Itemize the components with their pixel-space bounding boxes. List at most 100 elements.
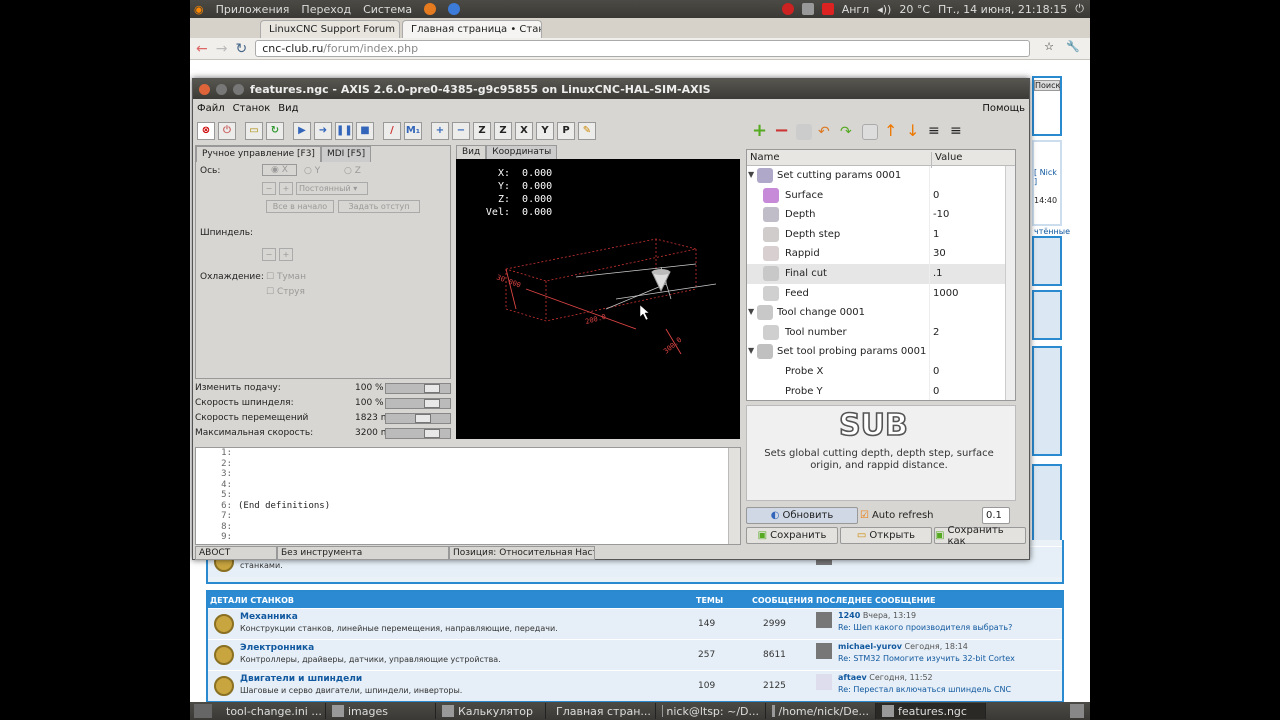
pause-icon[interactable]: ❚❚ bbox=[335, 122, 353, 140]
menu-places[interactable]: Переход bbox=[301, 3, 351, 16]
code-line[interactable]: 1: bbox=[196, 448, 740, 459]
minimize-window-icon[interactable] bbox=[216, 83, 227, 95]
search-button[interactable]: Поиск bbox=[1034, 80, 1060, 91]
tree-row-value[interactable]: .1 bbox=[933, 268, 943, 279]
gcode-listing[interactable]: 1: 2: 3: 4: 5: 6: (End definitions) 7: 8: 9: bbox=[195, 447, 741, 545]
save-as-button[interactable]: ▣ Сохранить как bbox=[934, 525, 1026, 547]
user-nick-link[interactable]: [ Nick ] bbox=[1034, 168, 1060, 186]
view-y-icon[interactable]: Y bbox=[536, 122, 554, 140]
add-icon[interactable]: + bbox=[752, 122, 768, 140]
view-x-icon[interactable]: X bbox=[515, 122, 533, 140]
remove-icon[interactable]: − bbox=[774, 122, 790, 140]
window-titlebar[interactable]: features.ngc - AXIS 2.6.0-pre0-4385-g9c9… bbox=[193, 79, 1029, 99]
open-button[interactable]: ▭ Открыть bbox=[840, 527, 932, 544]
save-button[interactable]: ▣ Сохранить bbox=[746, 527, 838, 544]
refresh-interval-input[interactable]: 0.1 bbox=[982, 507, 1010, 524]
section-title[interactable]: ДЕТАЛИ СТАНКОВ bbox=[210, 596, 294, 605]
last-post-subject[interactable]: Re: STM32 Помогите изучить 32-bit Cortex bbox=[838, 654, 1015, 663]
tree-row[interactable]: ▼ Set cutting params 0001 bbox=[747, 166, 1015, 186]
feature-tree[interactable]: Name Value ▼ Set cutting params 0001 Surfa… bbox=[746, 149, 1016, 401]
tree-row[interactable]: Surface 0 bbox=[747, 185, 1015, 206]
indent-icon[interactable]: ≡ bbox=[928, 124, 944, 140]
undo-icon[interactable]: ↶ bbox=[818, 124, 834, 140]
reload-icon[interactable]: ↻ bbox=[235, 41, 247, 57]
axis-radio-z[interactable]: ○ Z bbox=[344, 166, 361, 176]
optional-stop-icon[interactable]: M₁ bbox=[404, 122, 422, 140]
estop-icon[interactable]: ⊗ bbox=[197, 122, 215, 140]
expander-icon[interactable]: ▼ bbox=[748, 346, 754, 355]
move-down-icon[interactable]: ↓ bbox=[906, 123, 922, 140]
taskbar-item[interactable]: Калькулятор bbox=[436, 703, 546, 719]
stop-icon[interactable] bbox=[821, 3, 834, 15]
spindle-plus-button[interactable]: + bbox=[279, 248, 293, 261]
last-post-subject[interactable]: Re: Шеп какого производителя выбрать? bbox=[838, 623, 1012, 632]
taskbar-item[interactable]: tool-change.ini ... bbox=[216, 703, 326, 719]
toolpath-preview[interactable]: X: 0.000 Y: 0.000 Z: 0.000 Vel: 0.000 30.00… bbox=[456, 159, 740, 439]
jog-plus-button[interactable]: + bbox=[279, 182, 293, 195]
flood-checkbox[interactable]: ☐ Струя bbox=[266, 287, 305, 297]
browser-tab-active[interactable]: Главная страница • Стан bbox=[402, 20, 542, 38]
tree-scrollbar[interactable] bbox=[1005, 166, 1015, 400]
spindle-minus-button[interactable]: − bbox=[262, 248, 276, 261]
help-icon[interactable] bbox=[448, 3, 461, 15]
slider-knob[interactable] bbox=[424, 384, 441, 393]
close-window-icon[interactable] bbox=[199, 83, 210, 95]
machine-power-icon[interactable]: ⏻ bbox=[218, 122, 236, 140]
code-line[interactable]: 8: bbox=[196, 522, 740, 533]
taskbar-item[interactable]: features.ngc bbox=[876, 703, 986, 719]
slider-knob[interactable] bbox=[424, 429, 441, 438]
taskbar-item[interactable]: /home/nick/De... bbox=[766, 703, 876, 719]
zoom-out-icon[interactable]: − bbox=[452, 122, 470, 140]
forum-row[interactable]: Двигатели и шпиндели Шаговые и серво дви… bbox=[208, 670, 1062, 701]
axis-radio-x[interactable]: ◉ X bbox=[262, 164, 297, 176]
tree-row[interactable]: Final cut .1 bbox=[747, 263, 1015, 284]
code-line[interactable]: 7: bbox=[196, 511, 740, 522]
slider-knob[interactable] bbox=[414, 414, 431, 423]
clear-plot-icon[interactable]: ✎ bbox=[578, 122, 596, 140]
tree-row[interactable]: Probe Y 0 bbox=[747, 381, 1015, 400]
reload-file-icon[interactable]: ↻ bbox=[266, 122, 284, 140]
menu-file[interactable]: Файл bbox=[197, 103, 225, 114]
open-file-icon[interactable]: ▭ bbox=[245, 122, 263, 140]
tree-row-value[interactable]: 1 bbox=[933, 229, 939, 240]
slider-knob[interactable] bbox=[424, 399, 441, 408]
code-line[interactable]: 5: bbox=[196, 490, 740, 501]
col-name[interactable]: Name bbox=[750, 152, 780, 163]
override-slider[interactable] bbox=[385, 428, 451, 439]
code-line[interactable]: 3: bbox=[196, 469, 740, 480]
tab-manual[interactable]: Ручное управление [F3] bbox=[196, 146, 321, 162]
code-line[interactable]: 9: bbox=[196, 532, 740, 543]
maximize-window-icon[interactable] bbox=[233, 83, 244, 95]
zoom-in-icon[interactable]: + bbox=[431, 122, 449, 140]
unread-link[interactable]: чтённые bbox=[1034, 227, 1070, 236]
tree-row[interactable]: Depth -10 bbox=[747, 205, 1015, 226]
duplicate-icon[interactable] bbox=[796, 124, 812, 140]
taskbar-item[interactable]: Главная стран... bbox=[546, 703, 656, 719]
tree-row-value[interactable]: 1000 bbox=[933, 288, 958, 299]
address-bar[interactable]: cnc-club.ru/forum/index.php bbox=[255, 40, 1030, 57]
forum-row[interactable]: Электронника Контроллеры, драйверы, датч… bbox=[208, 639, 1062, 670]
run-icon[interactable]: ▶ bbox=[293, 122, 311, 140]
tree-row[interactable]: Depth step 1 bbox=[747, 224, 1015, 245]
last-post-user[interactable]: aftaev bbox=[838, 673, 867, 682]
redo-icon[interactable]: ↷ bbox=[840, 124, 856, 140]
override-slider[interactable] bbox=[385, 413, 451, 424]
menu-system[interactable]: Система bbox=[363, 3, 412, 16]
forward-arrow-icon[interactable]: → bbox=[216, 41, 228, 57]
tree-row-value[interactable]: 0 bbox=[933, 190, 939, 201]
show-desktop-icon[interactable] bbox=[194, 704, 212, 718]
refresh-button[interactable]: ◐ Обновить bbox=[746, 507, 858, 524]
network-icon[interactable] bbox=[801, 3, 814, 15]
opera-icon[interactable] bbox=[781, 3, 794, 15]
code-line[interactable]: 4: bbox=[196, 480, 740, 491]
last-post-user[interactable]: michael-yurov bbox=[838, 642, 902, 651]
taskbar-item[interactable]: images bbox=[326, 703, 436, 719]
mist-checkbox[interactable]: ☐ Туман bbox=[266, 272, 306, 282]
code-line[interactable]: 6: (End definitions) bbox=[196, 501, 740, 512]
copy-icon[interactable] bbox=[862, 124, 878, 140]
move-up-icon[interactable]: ↑ bbox=[884, 123, 900, 140]
jog-mode-select[interactable]: Постоянный ▾ bbox=[296, 182, 368, 195]
expander-icon[interactable]: ▼ bbox=[748, 307, 754, 316]
tree-row[interactable]: Feed 1000 bbox=[747, 283, 1015, 304]
view-p-icon[interactable]: P bbox=[557, 122, 575, 140]
